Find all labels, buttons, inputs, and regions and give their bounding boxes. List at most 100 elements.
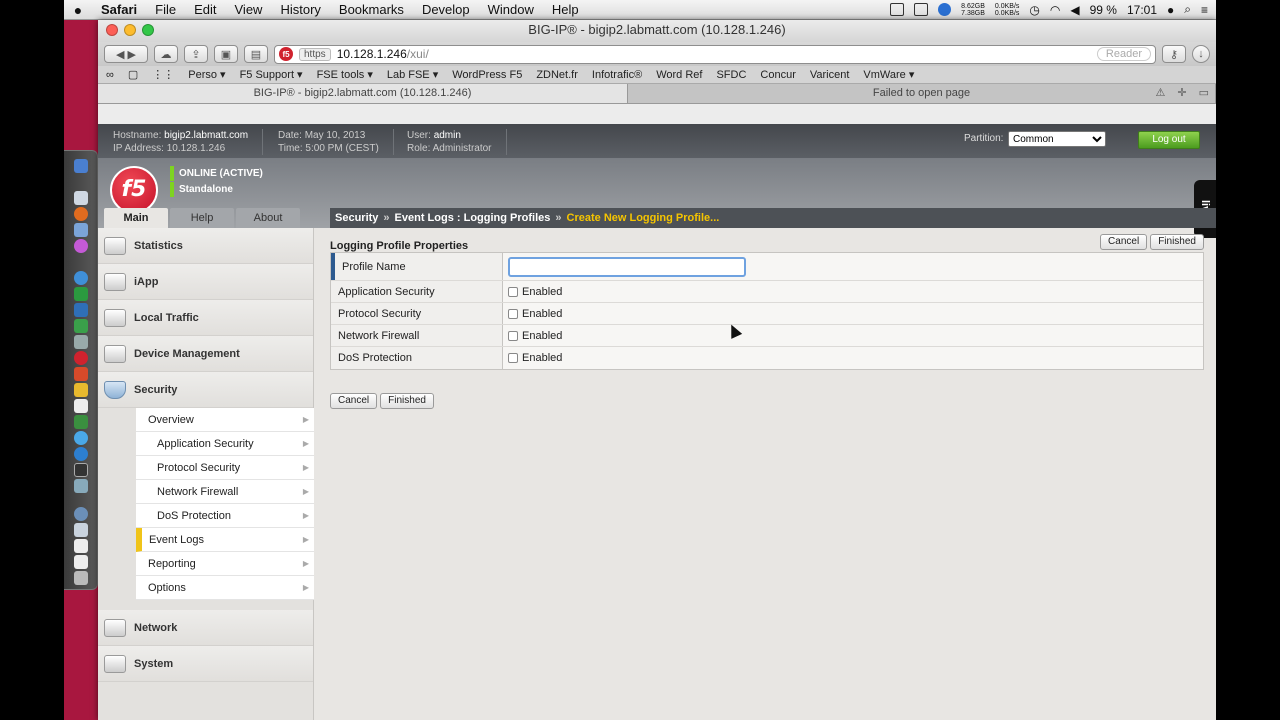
document-icon[interactable]: [74, 555, 88, 569]
calendar-icon[interactable]: [74, 399, 88, 413]
sync-icon[interactable]: [938, 3, 952, 16]
menu-develop[interactable]: Develop: [413, 2, 479, 17]
bookmark-vmware[interactable]: VmWare ▾: [863, 68, 914, 81]
submenu-application-security[interactable]: Application Security ▶: [136, 432, 314, 456]
trash-icon[interactable]: [74, 571, 88, 585]
submenu-dos-protection[interactable]: DoS Protection ▶: [136, 504, 314, 528]
bookmark-perso[interactable]: Perso ▾: [188, 68, 225, 81]
bookmark-wordref[interactable]: Word Ref: [656, 69, 702, 81]
back-forward-buttons[interactable]: ◀ ▶: [104, 45, 148, 63]
bookmark-wordpress[interactable]: WordPress F5: [452, 69, 522, 81]
menu-safari[interactable]: Safari: [92, 2, 146, 17]
notes-icon[interactable]: [74, 383, 88, 397]
menu-bookmarks[interactable]: Bookmarks: [330, 2, 413, 17]
nav-device-management[interactable]: Device Management: [98, 336, 313, 372]
bookmark-zdnet[interactable]: ZDNet.fr: [536, 69, 578, 81]
nav-security[interactable]: Security: [98, 372, 313, 408]
submenu-reporting[interactable]: Reporting ▶: [136, 552, 314, 576]
app-icon[interactable]: [74, 239, 88, 253]
f5-app-icon[interactable]: [74, 351, 88, 365]
bookmark-fse-tools[interactable]: FSE tools ▾: [317, 68, 373, 81]
notifications-icon[interactable]: ≡: [1201, 3, 1208, 17]
bookmark-sfdc[interactable]: SFDC: [716, 69, 746, 81]
address-bar[interactable]: f5 https 10.128.1.246 /xui/ Reader: [274, 44, 1156, 64]
cancel-button-bottom[interactable]: Cancel: [330, 393, 378, 409]
window-icon[interactable]: [914, 3, 929, 16]
app-icon[interactable]: [74, 523, 88, 537]
sidebar-icon[interactable]: ▤: [244, 45, 268, 63]
tab-help[interactable]: Help: [170, 208, 234, 228]
terminal-icon[interactable]: [74, 463, 88, 477]
nav-statistics[interactable]: Statistics: [98, 228, 313, 264]
bookmark-varicent[interactable]: Varicent: [810, 69, 850, 81]
app-icon[interactable]: [74, 223, 88, 237]
cancel-button-top[interactable]: Cancel: [1100, 234, 1148, 250]
reader-button[interactable]: Reader: [1096, 47, 1151, 61]
app-icon[interactable]: [74, 287, 88, 301]
apple-icon[interactable]: ●: [64, 2, 92, 18]
tab-failed[interactable]: Failed to open page ⚠ ✛ ▭: [628, 84, 1216, 103]
app-icon[interactable]: [74, 447, 88, 461]
tab-overview-icon[interactable]: ▭: [1199, 84, 1209, 103]
nav-network[interactable]: Network: [98, 610, 313, 646]
breadcrumb-logging-profiles[interactable]: Event Logs : Logging Profiles: [395, 212, 551, 224]
bookmark-concur[interactable]: Concur: [760, 69, 795, 81]
mail-icon[interactable]: [74, 367, 88, 381]
bookmarks-icon[interactable]: ▢: [128, 68, 138, 81]
submenu-network-firewall[interactable]: Network Firewall ▶: [136, 480, 314, 504]
downloads-icon[interactable]: [74, 507, 88, 521]
bookmark-lab-fse[interactable]: Lab FSE ▾: [387, 68, 438, 81]
share-icon[interactable]: ⇪: [184, 45, 208, 63]
application-security-checkbox[interactable]: [508, 286, 518, 297]
spotlight-icon[interactable]: ⌕: [1184, 2, 1191, 17]
profile-name-input[interactable]: [508, 256, 746, 277]
tab-about[interactable]: About: [236, 208, 300, 228]
display-icon[interactable]: [890, 3, 905, 16]
finished-button-bottom[interactable]: Finished: [380, 393, 434, 409]
tab-bigip[interactable]: BIG-IP® - bigip2.labmatt.com (10.128.1.2…: [98, 84, 628, 103]
wifi-icon[interactable]: ◠: [1050, 3, 1060, 17]
volume-icon[interactable]: ◀: [1070, 3, 1079, 17]
app-icon[interactable]: [74, 303, 88, 317]
tab-main[interactable]: Main: [104, 208, 168, 228]
key-icon[interactable]: ⚷: [1162, 45, 1186, 63]
safari-icon[interactable]: [74, 271, 88, 285]
app-icon[interactable]: [74, 479, 88, 493]
screenshot-icon[interactable]: ▣: [214, 45, 238, 63]
new-tab-icon[interactable]: ✛: [1177, 84, 1186, 103]
app-icon[interactable]: [74, 319, 88, 333]
menu-history[interactable]: History: [271, 2, 329, 17]
icloud-icon[interactable]: ☁: [154, 45, 178, 63]
app-icon[interactable]: [74, 415, 88, 429]
submenu-event-logs[interactable]: Event Logs ▶: [136, 528, 314, 552]
bookmark-f5-support[interactable]: F5 Support ▾: [240, 68, 303, 81]
clock[interactable]: 17:01: [1127, 3, 1157, 17]
submenu-protocol-security[interactable]: Protocol Security ▶: [136, 456, 314, 480]
nav-iapp[interactable]: iApp: [98, 264, 313, 300]
bookmark-infotrafic[interactable]: Infotrafic®: [592, 69, 642, 81]
zoom-window-button[interactable]: [142, 24, 154, 36]
app-icon[interactable]: [74, 335, 88, 349]
menu-view[interactable]: View: [226, 2, 272, 17]
top-sites-icon[interactable]: ⋮⋮: [152, 68, 174, 81]
nav-system[interactable]: System: [98, 646, 313, 682]
submenu-overview[interactable]: Overview ▶: [136, 408, 314, 432]
menu-edit[interactable]: Edit: [185, 2, 225, 17]
download-icon[interactable]: ↓: [1192, 45, 1210, 63]
dos-protection-checkbox[interactable]: [508, 353, 518, 363]
menu-window[interactable]: Window: [479, 2, 543, 17]
menu-help[interactable]: Help: [543, 2, 588, 17]
partition-select[interactable]: Common: [1008, 131, 1106, 147]
document-icon[interactable]: [74, 539, 88, 553]
firefox-icon[interactable]: [74, 207, 88, 221]
battery-level[interactable]: 99 %: [1090, 3, 1117, 17]
minimize-window-button[interactable]: [124, 24, 136, 36]
finder-icon[interactable]: [74, 159, 88, 173]
messages-icon[interactable]: [74, 431, 88, 445]
nav-local-traffic[interactable]: Local Traffic: [98, 300, 313, 336]
submenu-options[interactable]: Options ▶: [136, 576, 314, 600]
finished-button-top[interactable]: Finished: [1150, 234, 1204, 250]
logout-button[interactable]: Log out: [1138, 131, 1200, 149]
close-window-button[interactable]: [106, 24, 118, 36]
network-firewall-checkbox[interactable]: [508, 330, 518, 341]
